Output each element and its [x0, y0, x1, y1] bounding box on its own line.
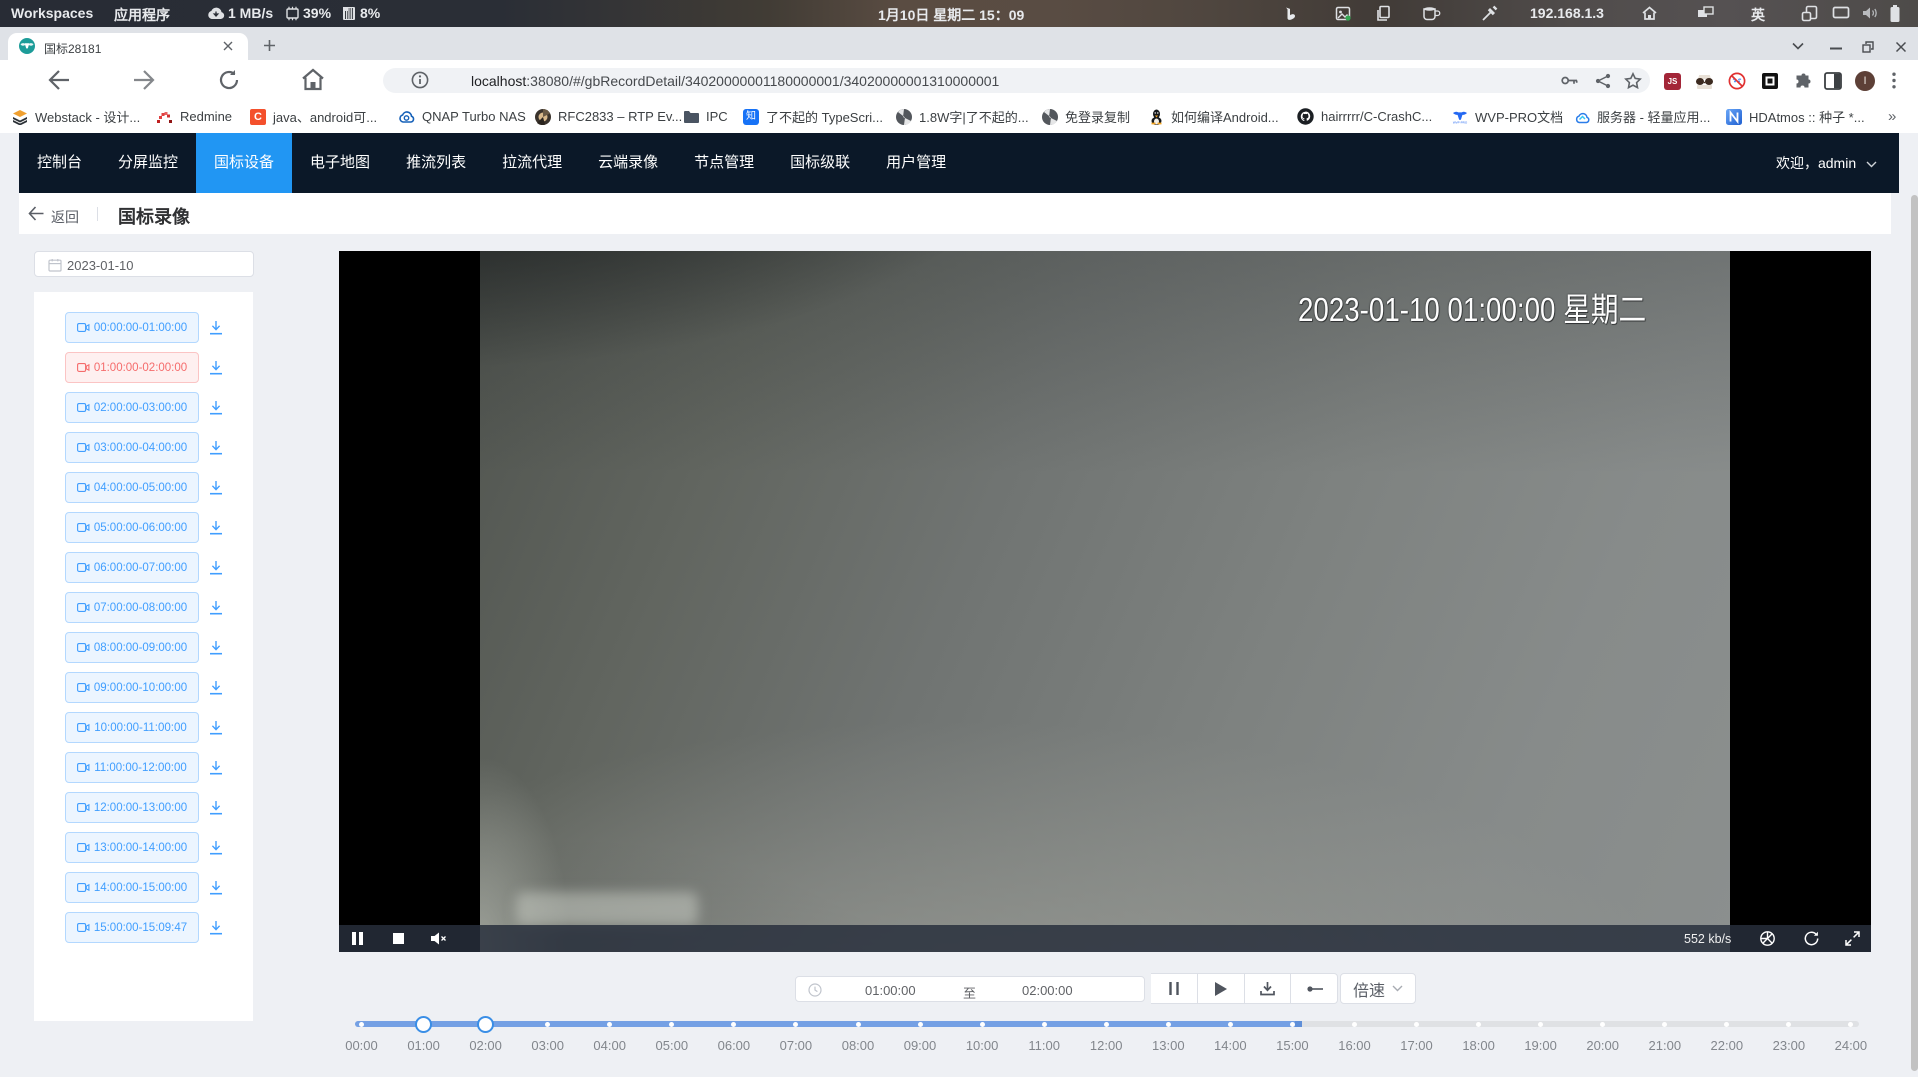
- svg-text:WVP·PRO: WVP·PRO: [1453, 120, 1468, 124]
